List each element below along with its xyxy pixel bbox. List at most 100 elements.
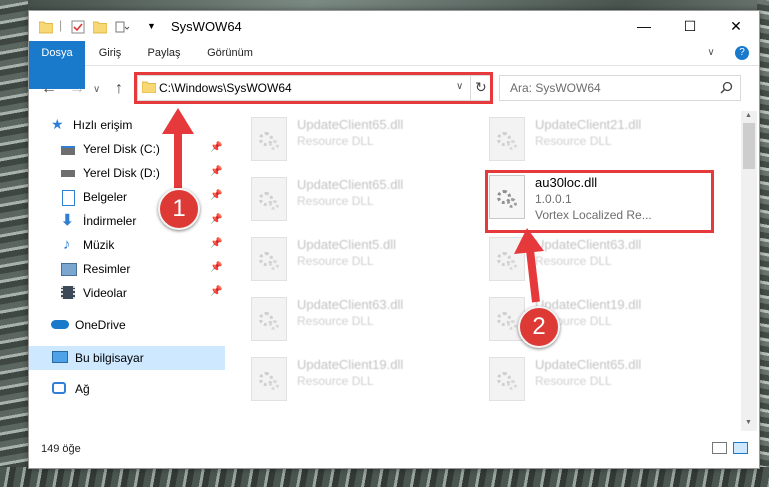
ribbon-tabs: Dosya Giriş Paylaş Görünüm ∨ ?	[29, 41, 759, 89]
sidebar-item-this-pc[interactable]: Bu bilgisayar	[29, 346, 225, 370]
pin-icon: 📌	[210, 262, 223, 273]
file-name: UpdateClient5.dll	[297, 237, 397, 252]
sidebar-item-music[interactable]: ♪ Müzik 📌	[29, 233, 225, 257]
file-name: UpdateClient21.dll	[535, 117, 642, 132]
scroll-up-icon[interactable]: ▲	[745, 112, 752, 119]
file-item[interactable]: UpdateClient21.dll Resource DLL	[489, 117, 719, 165]
sidebar-item-pictures[interactable]: Resimler 📌	[29, 257, 225, 281]
pin-icon: 📌	[210, 166, 223, 177]
sidebar-item-videos[interactable]: Videolar 📌	[29, 281, 225, 305]
sidebar-item-drive-c[interactable]: Yerel Disk (C:) 📌	[29, 137, 225, 161]
title-bar: | ▼ SysWOW64 — ☐ ✕	[29, 11, 759, 41]
file-name: UpdateClient65.dll	[297, 177, 404, 192]
maximize-button[interactable]: ☐	[667, 11, 713, 41]
dll-file-icon	[251, 237, 287, 281]
folder-icon	[39, 21, 53, 34]
sidebar-item-label: Yerel Disk (C:)	[83, 142, 160, 156]
large-icons-view-icon[interactable]	[733, 442, 748, 454]
music-icon: ♪	[63, 236, 71, 253]
scroll-down-icon[interactable]: ▼	[745, 419, 752, 426]
pin-icon: 📌	[210, 286, 223, 297]
computer-icon	[52, 351, 68, 363]
sidebar-item-label: İndirmeler	[83, 214, 137, 228]
file-type: Resource DLL	[535, 254, 612, 268]
search-placeholder: Ara: SysWOW64	[510, 81, 601, 95]
sidebar-item-label: Yerel Disk (D:)	[83, 166, 160, 180]
help-icon[interactable]: ?	[735, 46, 749, 60]
customize-qa-icon[interactable]	[115, 20, 129, 34]
download-icon: ⬇	[61, 212, 74, 229]
sidebar-item-network[interactable]: Ağ	[29, 377, 225, 401]
file-name: UpdateClient65.dll	[535, 357, 642, 372]
network-icon	[52, 382, 66, 394]
back-button[interactable]: ←	[41, 80, 57, 98]
drive-icon	[61, 146, 75, 155]
sidebar-item-drive-d[interactable]: Yerel Disk (D:) 📌	[29, 161, 225, 185]
dll-file-icon	[489, 237, 525, 281]
file-type: Resource DLL	[297, 194, 374, 208]
qa-separator: |	[59, 18, 63, 32]
up-button[interactable]: ↑	[115, 80, 123, 98]
sidebar-item-quick-access[interactable]: ★ Hızlı erişim	[29, 113, 225, 137]
minimize-button[interactable]: —	[621, 11, 667, 41]
sidebar-item-label: Müzik	[83, 238, 115, 252]
close-button[interactable]: ✕	[713, 11, 759, 41]
pin-icon: 📌	[210, 214, 223, 225]
drive-icon	[61, 170, 75, 177]
tab-view[interactable]: Görünüm	[195, 41, 265, 65]
window-title: SysWOW64	[171, 19, 242, 34]
file-type: Resource DLL	[297, 254, 374, 268]
details-view-icon[interactable]	[712, 442, 727, 454]
sidebar-item-label: Bu bilgisayar	[75, 351, 144, 365]
file-item[interactable]: UpdateClient19.dll Resource DLL	[251, 357, 481, 405]
vertical-scrollbar[interactable]: ▲ ▼	[741, 111, 757, 431]
file-list: UpdateClient65.dll Resource DLL UpdateCl…	[227, 111, 743, 431]
status-item-count: 149 öğe	[41, 443, 81, 455]
file-name: UpdateClient19.dll	[297, 357, 404, 372]
pictures-icon	[61, 263, 77, 276]
qa-dropdown-icon[interactable]: ▼	[147, 21, 156, 35]
file-name: UpdateClient63.dll	[535, 237, 642, 252]
file-item[interactable]: UpdateClient63.dll Resource DLL	[489, 237, 719, 285]
recent-locations-button[interactable]: ∨	[93, 84, 100, 95]
video-icon	[61, 286, 75, 299]
sidebar-item-label: Resimler	[83, 262, 131, 276]
sidebar-item-label: Belgeler	[83, 190, 128, 204]
step-badge-2: 2	[518, 306, 560, 348]
pin-icon: 📌	[210, 190, 223, 201]
sidebar-item-label: Ağ	[75, 382, 90, 396]
file-type: Resource DLL	[297, 374, 374, 388]
file-item[interactable]: UpdateClient65.dll Resource DLL	[251, 117, 481, 165]
dll-file-icon	[489, 117, 525, 161]
file-type: Resource DLL	[535, 374, 612, 388]
navigation-pane: ★ Hızlı erişim Yerel Disk (C:) 📌 Yerel D…	[29, 111, 225, 431]
dll-file-icon	[489, 357, 525, 401]
scrollbar-thumb[interactable]	[743, 123, 755, 169]
pin-icon: 📌	[210, 238, 223, 249]
file-type: Resource DLL	[297, 314, 374, 328]
properties-icon[interactable]	[71, 20, 85, 34]
sidebar-item-onedrive[interactable]: OneDrive	[29, 313, 225, 337]
desktop-background-bottom	[0, 467, 769, 487]
search-icon[interactable]	[720, 81, 733, 94]
dll-file-icon	[251, 117, 287, 161]
ribbon-expand-icon[interactable]: ∨	[704, 41, 718, 65]
tab-home[interactable]: Giriş	[85, 41, 135, 65]
search-box[interactable]: Ara: SysWOW64	[499, 75, 741, 101]
sidebar-item-label: Hızlı erişim	[73, 118, 133, 132]
address-bar-highlight	[134, 72, 493, 104]
sidebar-item-label: Videolar	[83, 286, 127, 300]
tab-share[interactable]: Paylaş	[135, 41, 193, 65]
file-item[interactable]: UpdateClient65.dll Resource DLL	[489, 357, 719, 405]
file-name: UpdateClient65.dll	[297, 117, 404, 132]
new-folder-icon[interactable]	[93, 20, 107, 34]
desktop-background-left	[0, 0, 28, 487]
file-type: Resource DLL	[535, 134, 612, 148]
dll-file-icon	[251, 297, 287, 341]
file-item[interactable]: UpdateClient5.dll Resource DLL	[251, 237, 481, 285]
forward-button[interactable]: →	[69, 80, 85, 98]
file-type: Resource DLL	[297, 134, 374, 148]
file-item[interactable]: UpdateClient63.dll Resource DLL	[251, 297, 481, 345]
pin-icon: 📌	[210, 142, 223, 153]
file-item[interactable]: UpdateClient65.dll Resource DLL	[251, 177, 481, 225]
